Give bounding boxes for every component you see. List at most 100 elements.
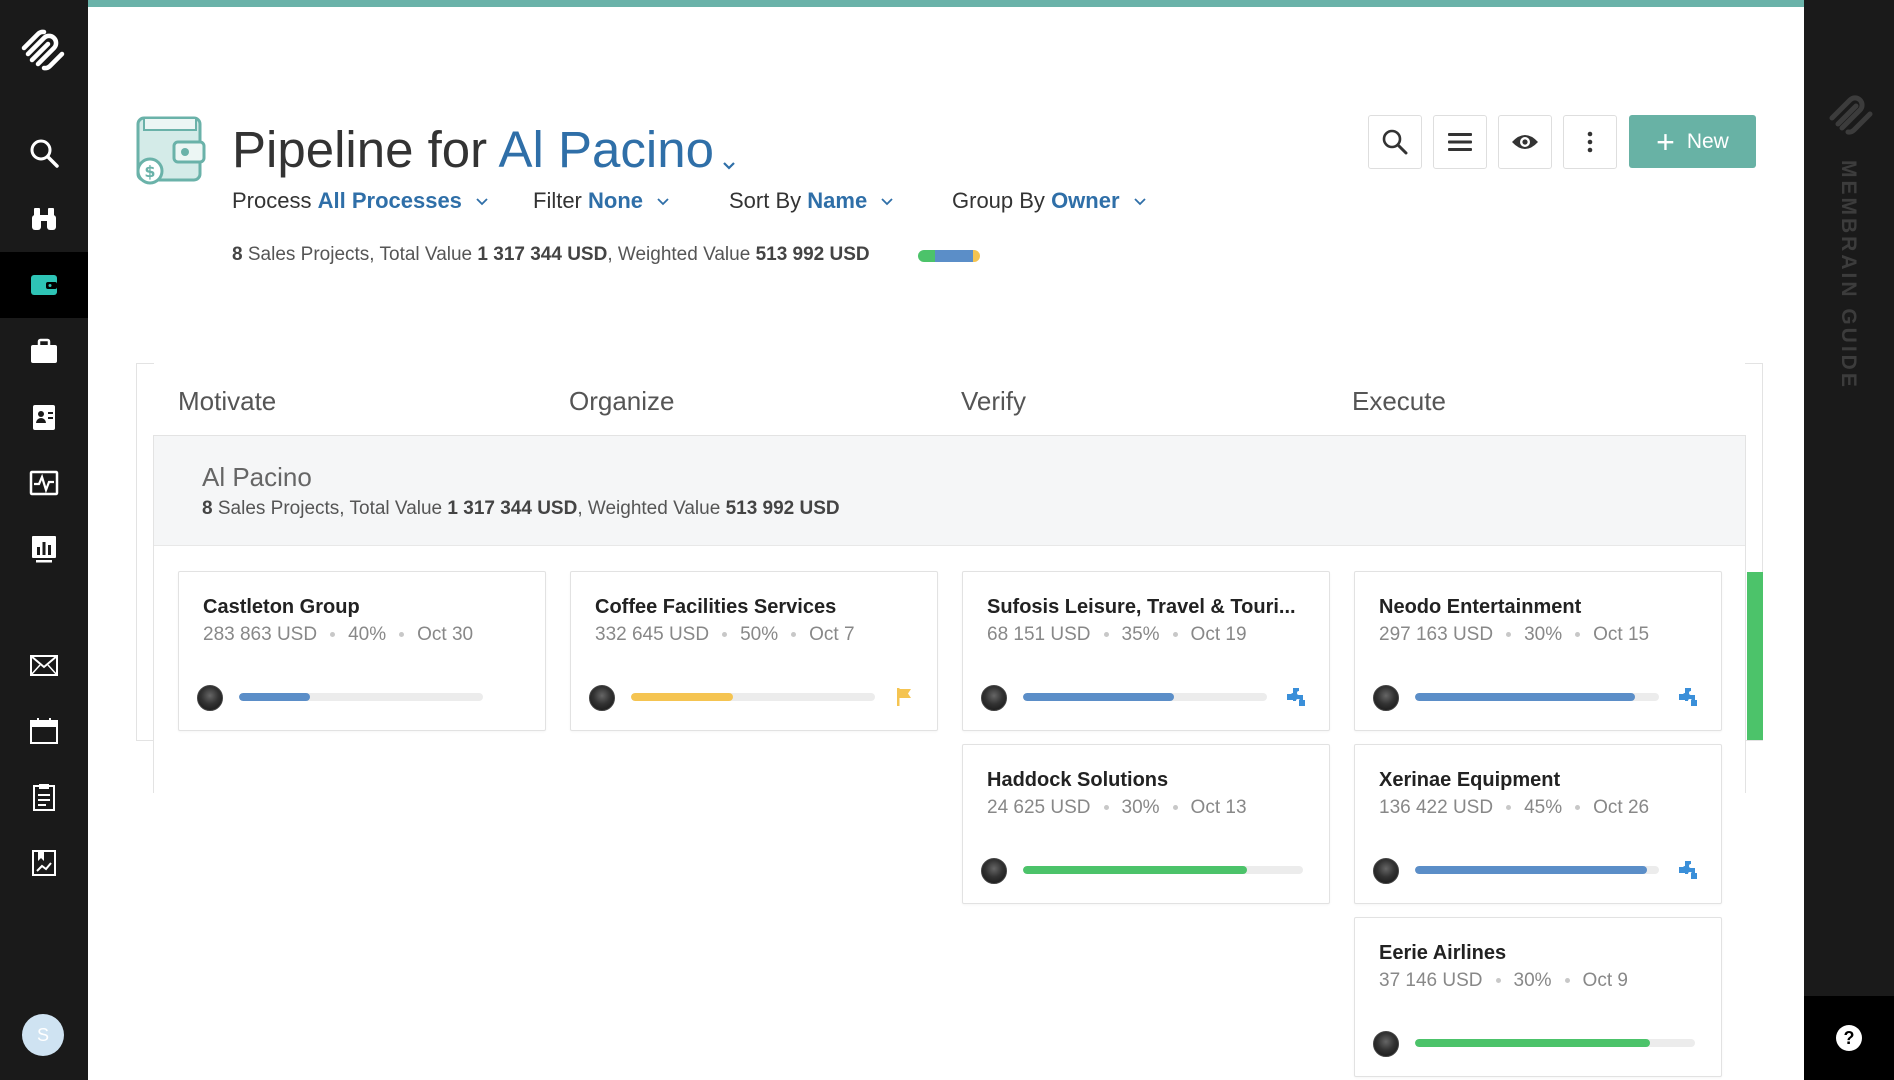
deal-meta: 24 625 USD 30% Oct 13 [987, 797, 1247, 819]
group-weighted-label: , Weighted Value [577, 498, 721, 519]
chevron-down-icon[interactable] [722, 124, 736, 183]
mail-envelope-icon[interactable] [0, 632, 88, 698]
deal-date: Oct 30 [417, 624, 474, 645]
briefcase-icon[interactable] [0, 318, 88, 384]
group-by-filter[interactable]: Group By Owner [952, 188, 1146, 214]
deal-meta: 37 146 USD 30% Oct 9 [1379, 970, 1628, 992]
owner-avatar[interactable] [1373, 1031, 1399, 1057]
process-filter[interactable]: Process All Processes [232, 188, 488, 214]
owner-avatar[interactable] [981, 685, 1007, 711]
puzzle-icon[interactable] [1677, 859, 1699, 881]
more-options-button[interactable] [1563, 115, 1617, 169]
search-button[interactable] [1368, 115, 1422, 169]
deal-card[interactable]: Xerinae Equipment 136 422 USD 45% Oct 26 [1354, 744, 1722, 904]
deal-card[interactable]: Neodo Entertainment 297 163 USD 30% Oct 15 [1354, 571, 1722, 731]
pipeline-wallet-icon: $ [134, 114, 208, 186]
list-view-button[interactable] [1433, 115, 1487, 169]
separator-dot [1103, 632, 1109, 638]
svg-text:$: $ [144, 162, 155, 181]
deal-probability: 35% [1121, 624, 1160, 645]
column-header-execute: Execute [1352, 386, 1446, 416]
separator-dot [1575, 805, 1581, 811]
deal-value: 68 151 USD [987, 624, 1091, 645]
app-logo-icon[interactable] [18, 24, 68, 74]
deal-title[interactable]: Haddock Solutions [987, 769, 1168, 792]
page-title: Pipeline for Al Pacino [232, 120, 736, 183]
owner-avatar[interactable] [197, 685, 223, 711]
user-avatar[interactable]: S [22, 1014, 64, 1056]
calendar-icon[interactable] [0, 698, 88, 764]
deal-card[interactable]: Castleton Group 283 863 USD 40% Oct 30 [178, 571, 703, 731]
group-summary: 8 Sales Projects, Total Value 1 317 344 … [202, 498, 840, 520]
deal-title[interactable]: Eerie Airlines [1379, 942, 1506, 965]
separator-dot [1172, 632, 1178, 638]
deal-meta: 68 151 USD 35% Oct 19 [987, 624, 1247, 646]
deal-title[interactable]: Xerinae Equipment [1379, 769, 1560, 792]
deal-title[interactable]: Neodo Entertainment [1379, 596, 1581, 619]
deal-progress-track [1023, 693, 1267, 701]
reports-chart-icon[interactable] [0, 516, 88, 582]
puzzle-icon[interactable] [1285, 686, 1307, 708]
deal-value: 136 422 USD [1379, 797, 1494, 818]
deal-card[interactable]: Sufosis Leisure, Travel & Touri... 68 151… [962, 571, 1330, 731]
binoculars-icon[interactable] [0, 186, 88, 252]
owner-avatar[interactable] [981, 858, 1007, 884]
summary-bar-segment [972, 250, 980, 262]
deal-progress-fill [239, 693, 310, 701]
search-icon [1382, 129, 1408, 155]
separator-dot [1575, 632, 1581, 638]
separator-dot [722, 632, 728, 638]
deal-date: Oct 7 [809, 624, 855, 645]
left-sidebar: S [0, 0, 88, 1080]
deal-meta: 297 163 USD 30% Oct 15 [1379, 624, 1649, 646]
pipeline-summary: 8 Sales Projects, Total Value 1 317 344 … [232, 244, 870, 266]
deal-value: 37 146 USD [1379, 970, 1483, 991]
group-count: 8 [202, 498, 213, 519]
puzzle-icon[interactable] [1677, 686, 1699, 708]
activity-pulse-icon[interactable] [0, 450, 88, 516]
filter-filter[interactable]: Filter None [533, 188, 669, 214]
deal-title[interactable]: Sufosis Leisure, Travel & Touri... [987, 596, 1296, 619]
guide-logo-icon [1824, 88, 1876, 136]
top-accent-line [88, 0, 1804, 7]
deal-title[interactable]: Castleton Group [203, 596, 360, 619]
owner-avatar[interactable] [1373, 685, 1399, 711]
process-filter-value: All Processes [317, 188, 462, 213]
deal-probability: 30% [1121, 797, 1160, 818]
flag-icon[interactable] [893, 686, 915, 708]
group-count-label: Sales Projects, Total Value [217, 498, 443, 519]
separator-dot [1103, 805, 1109, 811]
summary-total: 1 317 344 USD [477, 244, 608, 265]
help-button[interactable]: ? [1804, 996, 1894, 1080]
contacts-book-icon[interactable] [0, 384, 88, 450]
chevron-down-icon [476, 198, 488, 206]
filter-filter-value: None [588, 188, 644, 213]
bookmark-report-icon[interactable] [0, 830, 88, 896]
deal-progress-track [239, 693, 483, 701]
deal-title[interactable]: Coffee Facilities Services [595, 596, 836, 619]
owner-dropdown[interactable]: Al Pacino [499, 121, 714, 178]
summary-count-label: Sales Projects, Total Value [247, 244, 473, 265]
group-owner-name: Al Pacino [202, 462, 312, 492]
pipeline-wallet-icon[interactable] [0, 252, 88, 318]
summary-weighted-label: , Weighted Value [607, 244, 751, 265]
visibility-button[interactable] [1498, 115, 1552, 169]
search-icon[interactable] [0, 120, 88, 186]
deal-card[interactable]: Eerie Airlines 37 146 USD 30% Oct 9 [1354, 917, 1722, 1077]
deal-progress-track [631, 693, 875, 701]
guide-panel[interactable]: MEMBRAIN GUIDE ? [1804, 0, 1894, 1080]
deal-card[interactable]: Coffee Facilities Services 332 645 USD 50%… [570, 571, 938, 731]
sort-by-filter[interactable]: Sort By Name [729, 188, 893, 214]
title-prefix: Pipeline for [232, 121, 488, 178]
new-button[interactable]: + New [1629, 115, 1756, 168]
owner-avatar[interactable] [589, 685, 615, 711]
chevron-down-icon [881, 198, 893, 206]
owner-avatar[interactable] [1373, 858, 1399, 884]
separator-dot [330, 632, 336, 638]
deal-date: Oct 26 [1593, 797, 1650, 818]
owner-group-header[interactable]: Al Pacino 8 Sales Projects, Total Value … [154, 436, 1745, 546]
separator-dot [1506, 805, 1512, 811]
deal-card[interactable]: Haddock Solutions 24 625 USD 30% Oct 13 [962, 744, 1330, 904]
board-scroll-indicator [1747, 572, 1763, 740]
clipboard-tasks-icon[interactable] [0, 764, 88, 830]
